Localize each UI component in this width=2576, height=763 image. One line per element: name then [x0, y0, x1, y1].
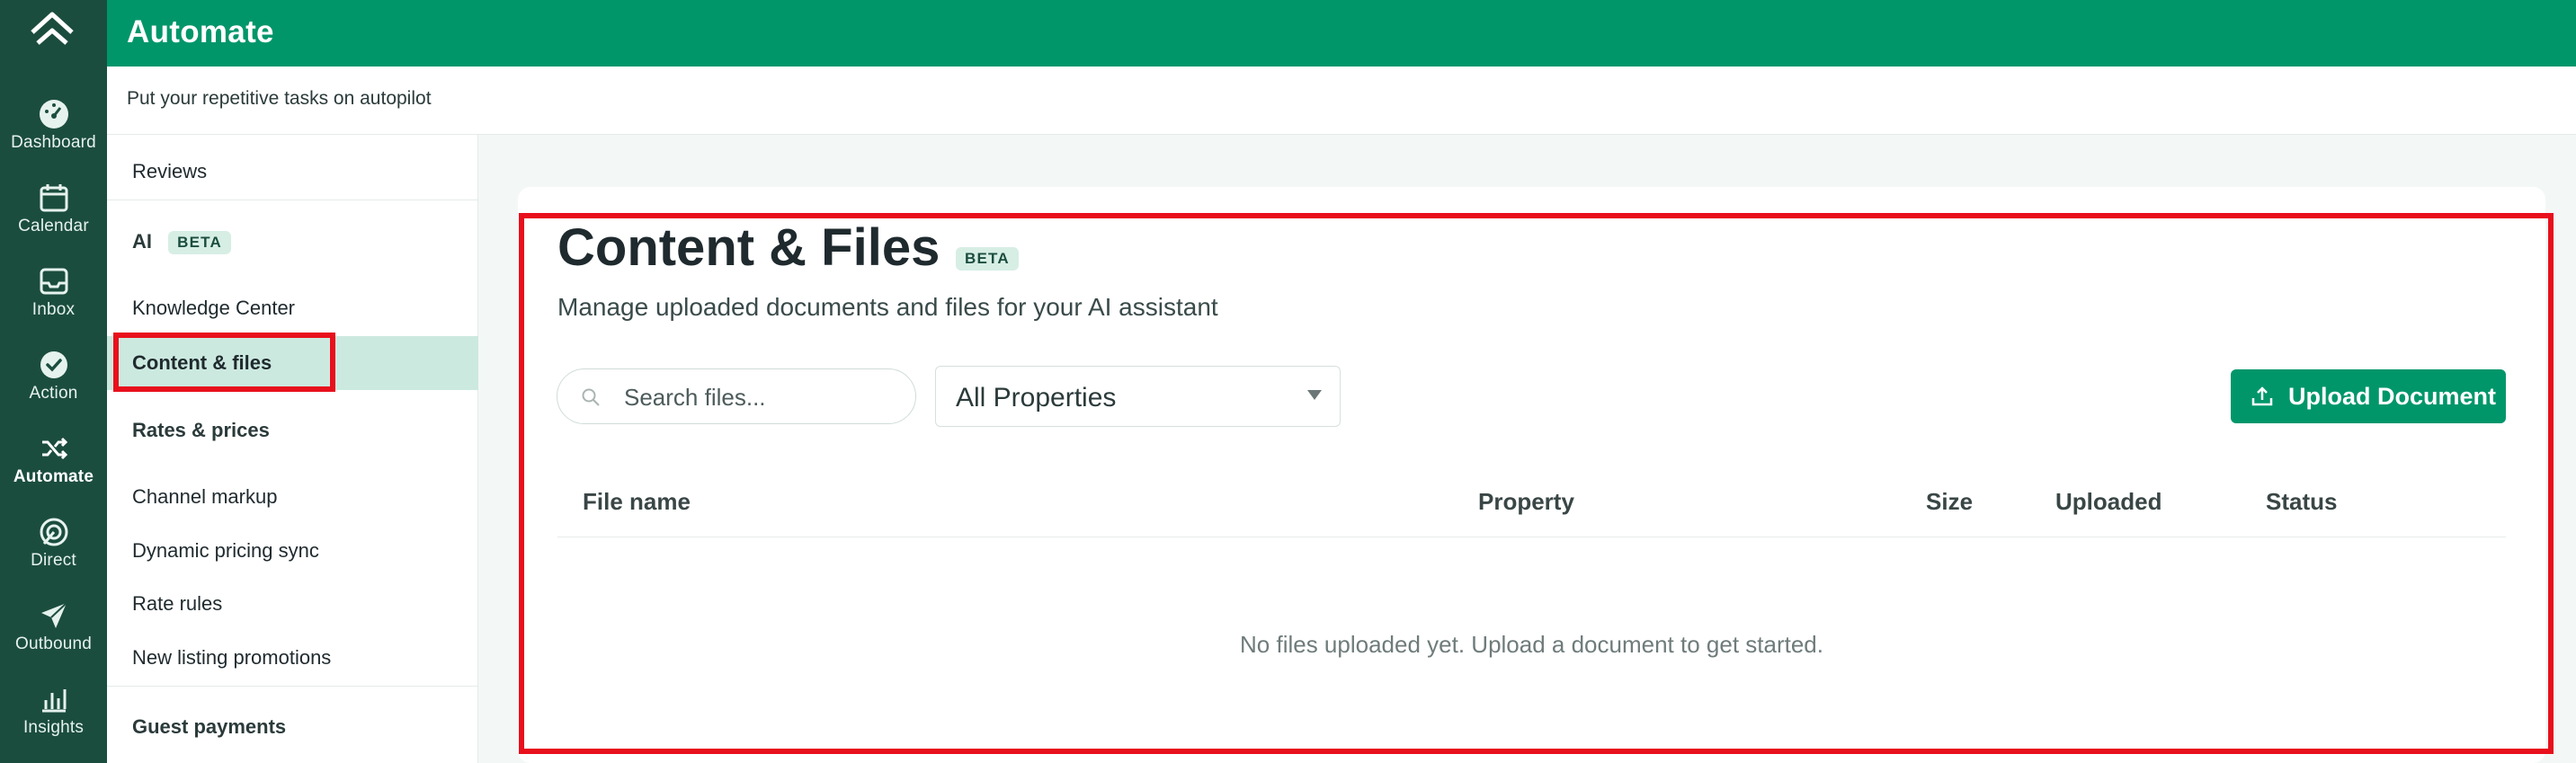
rail-item-dashboard[interactable]: Dashboard [0, 97, 107, 176]
icon-rail: Dashboard Calendar Inbox Action Automate… [0, 0, 107, 763]
page-description: Manage uploaded documents and files for … [557, 293, 1218, 321]
column-header-property[interactable]: Property [1478, 488, 1574, 516]
page-title: Content & Files [557, 218, 940, 277]
check-circle-icon [40, 351, 67, 378]
upload-button-label: Upload Document [2288, 383, 2497, 410]
rail-item-calendar[interactable]: Calendar [0, 181, 107, 260]
search-input[interactable] [622, 380, 901, 414]
upload-document-button[interactable]: Upload Document [2231, 369, 2506, 423]
rail-label: Calendar [18, 217, 89, 235]
caret-down-icon [1307, 390, 1322, 400]
title-beta-badge: BETA [956, 247, 1019, 271]
app-subheader: Put your repetitive tasks on autopilot [107, 67, 2576, 135]
property-select-value: All Properties [956, 383, 1117, 413]
column-header-uploaded[interactable]: Uploaded [2055, 488, 2162, 516]
column-header-status[interactable]: Status [2266, 488, 2337, 516]
upload-icon [2251, 386, 2273, 406]
rail-item-outbound[interactable]: Outbound [0, 599, 107, 678]
chart-bars-icon [41, 689, 66, 713]
app-header: Automate [107, 0, 2576, 67]
subnav-group-guest-payments: Guest payments [132, 715, 287, 738]
rail-item-automate[interactable]: Automate [0, 431, 107, 510]
app-subtitle: Put your repetitive tasks on autopilot [127, 88, 432, 109]
subnav-item-knowledge-center[interactable]: Knowledge Center [107, 297, 478, 320]
rail-label: Dashboard [11, 133, 96, 152]
rail-label: Insights [22, 718, 85, 737]
property-select[interactable]: All Properties [935, 366, 1341, 427]
column-header-file-name[interactable]: File name [583, 488, 691, 516]
subnav-item-channel-markup[interactable]: Channel markup [107, 485, 478, 509]
subnav-group-ai: AI BETA [132, 230, 231, 255]
rail-label: Action [29, 384, 78, 403]
rail-label: Inbox [31, 300, 76, 319]
rail-label: Automate [13, 467, 94, 486]
subnav-item-reviews[interactable]: Reviews [107, 160, 478, 183]
subnav-item-new-listing-promotions[interactable]: New listing promotions [107, 646, 478, 670]
search-icon [582, 388, 600, 406]
direct-swirl-icon [40, 518, 67, 546]
rail-item-action[interactable]: Action [0, 348, 107, 427]
subnav-item-content-files[interactable]: Content & files [107, 336, 478, 390]
nav-divider [107, 686, 478, 687]
subnav-group-rates: Rates & prices [132, 419, 270, 441]
rail-item-inbox[interactable]: Inbox [0, 264, 107, 343]
subnav-item-dynamic-pricing[interactable]: Dynamic pricing sync [107, 539, 478, 563]
subnav-group-ai-label: AI [132, 230, 152, 253]
rail-label: Direct [31, 551, 76, 570]
rail-item-insights[interactable]: Insights [0, 682, 107, 761]
search-box[interactable] [557, 368, 916, 424]
column-header-size[interactable]: Size [1926, 488, 1973, 516]
subnav-item-rate-rules[interactable]: Rate rules [107, 592, 478, 616]
app-title: Automate [127, 14, 274, 49]
calendar-icon [40, 184, 67, 212]
paper-plane-icon [40, 602, 67, 628]
app-logo-icon[interactable] [27, 7, 77, 52]
automate-subnav: Reviews AI BETA Knowledge Center Content… [107, 135, 478, 763]
empty-state-message: No files uploaded yet. Upload a document… [1240, 631, 1823, 658]
dashboard-gauge-icon [39, 100, 68, 129]
inbox-tray-icon [40, 268, 67, 295]
rail-item-direct[interactable]: Direct [0, 515, 107, 594]
shuffle-icon [41, 437, 67, 460]
rail-label: Outbound [14, 634, 93, 653]
ai-beta-badge: BETA [168, 231, 231, 255]
